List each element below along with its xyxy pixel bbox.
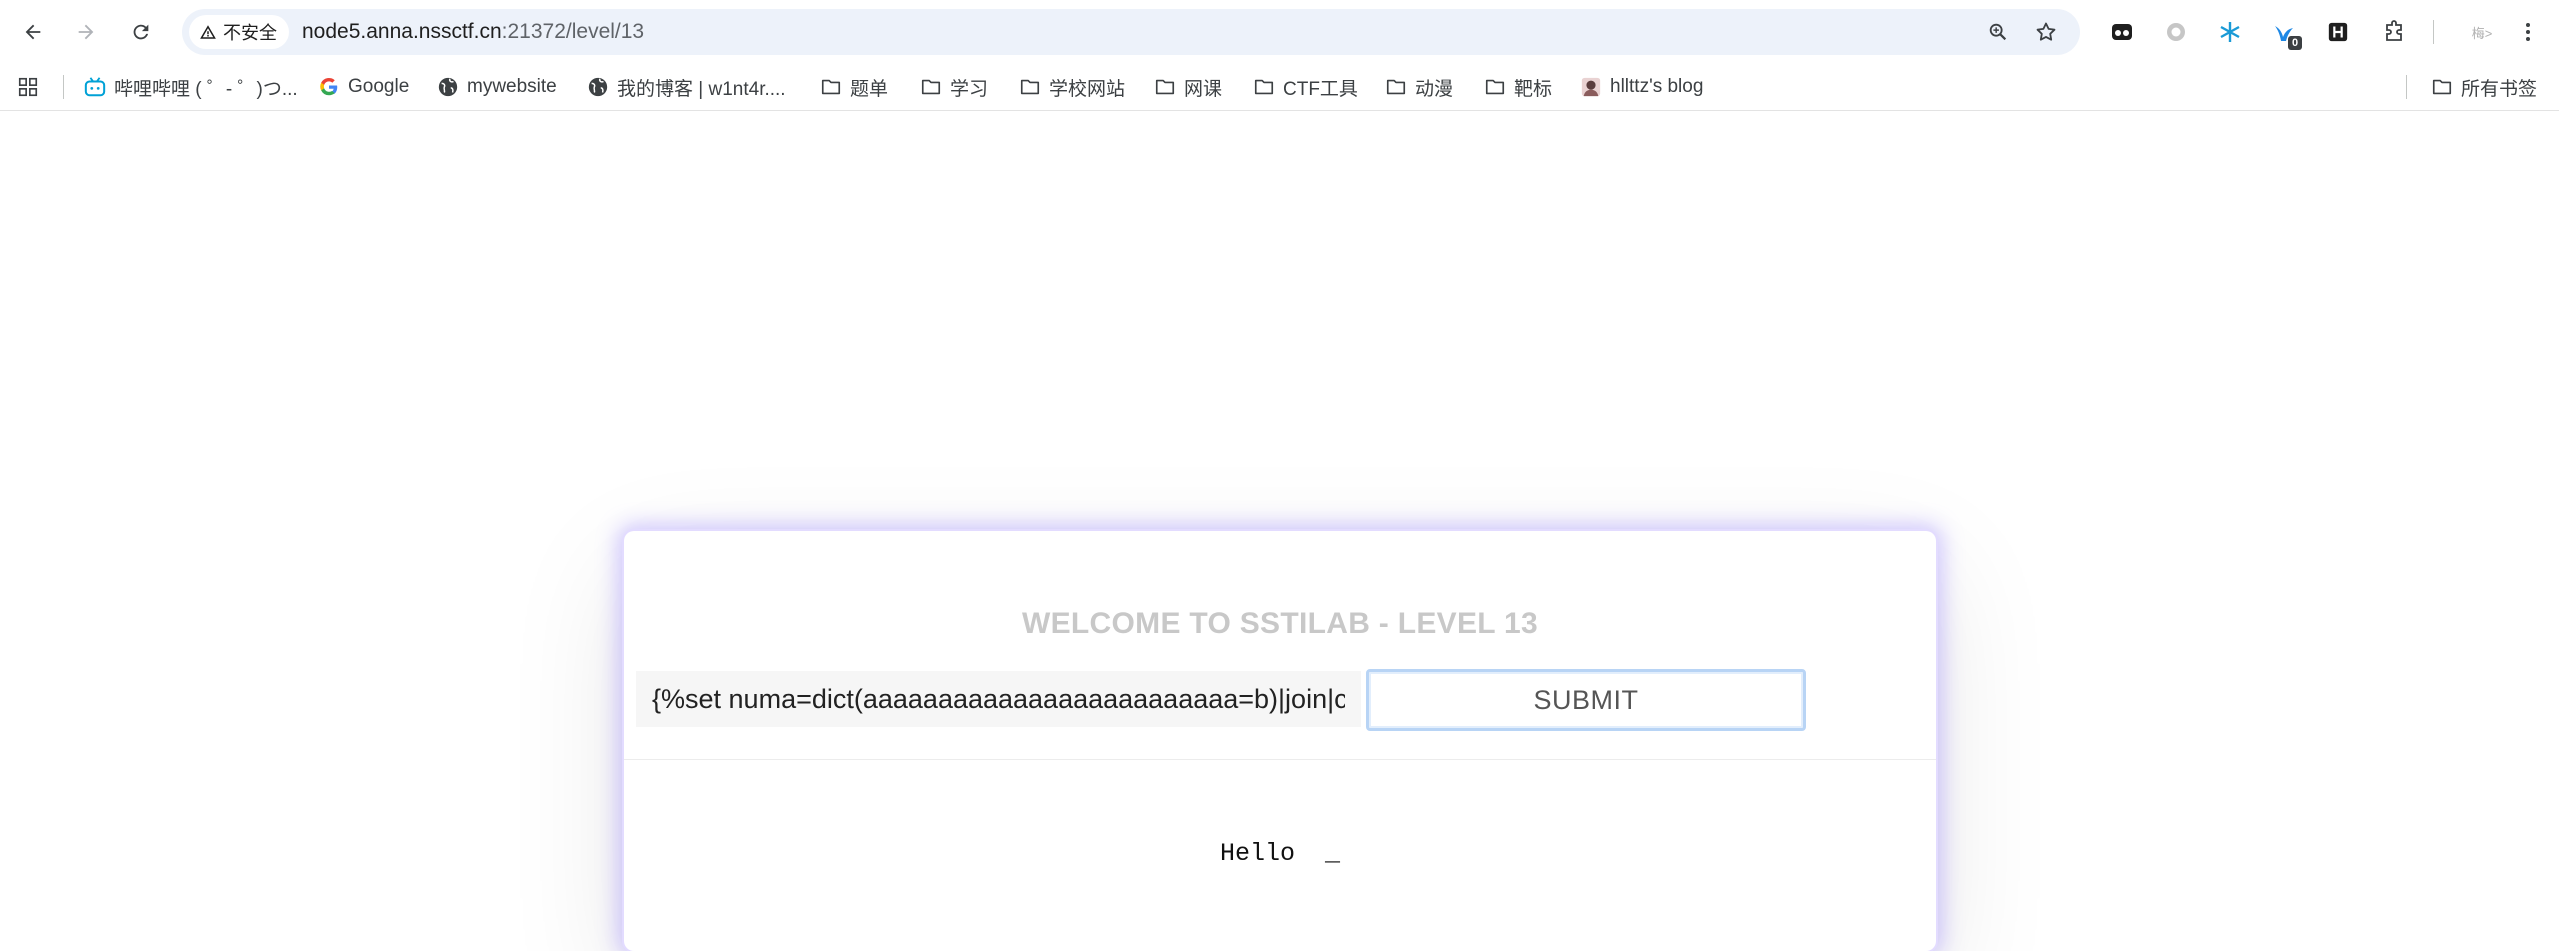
bookmark-folder-anime[interactable]: 动漫 — [1385, 64, 1453, 110]
bookmark-label: 网课 — [1184, 78, 1223, 100]
bookmark-label: 哔哩哔哩 ( ゜- ゜)つ... — [114, 78, 298, 100]
warning-icon — [200, 25, 216, 39]
bookmark-mywebsite[interactable]: mywebsite — [437, 64, 557, 110]
folder-icon — [921, 79, 941, 95]
bookmarks-separator — [2406, 75, 2407, 99]
bookmark-label: mywebsite — [467, 76, 557, 97]
folder-icon — [1020, 79, 1040, 95]
extensions-puzzle-icon[interactable] — [2380, 18, 2408, 46]
bookmark-label: hllttz's blog — [1610, 76, 1704, 97]
apps-grid-icon — [18, 77, 38, 97]
arrow-left-icon — [25, 24, 41, 40]
globe-icon — [588, 77, 608, 97]
all-bookmarks-button[interactable]: 所有书签 — [2431, 64, 2537, 110]
google-icon — [320, 77, 338, 96]
bilibili-icon — [84, 77, 106, 97]
bookmark-myblog[interactable]: 我的博客 | w1nt4r.... — [587, 64, 786, 110]
bookmark-hllttz-blog[interactable]: hllttz's blog — [1580, 64, 1703, 110]
browser-toolbar: 不安全 node5.anna.nssctf.cn:21372/level/13 … — [0, 0, 2559, 65]
folder-icon — [2432, 79, 2452, 95]
avatar-icon — [1581, 77, 1601, 97]
bookmark-folder-study[interactable]: 学习 — [920, 64, 988, 110]
card-divider — [624, 759, 1936, 760]
folder-icon — [1386, 79, 1406, 95]
bookmark-folder-school[interactable]: 学校网站 — [1019, 64, 1125, 110]
submit-button[interactable]: SUBMIT — [1366, 669, 1806, 731]
extension-badge: 0 — [2288, 36, 2302, 50]
arrow-right-icon — [78, 24, 94, 40]
bookmark-label: 学校网站 — [1049, 78, 1126, 100]
payload-input[interactable] — [636, 671, 1361, 727]
apps-button[interactable] — [17, 64, 39, 110]
bookmark-folder-ctf-tools[interactable]: CTF工具 — [1253, 64, 1358, 110]
bookmark-folder-problems[interactable]: 题单 — [820, 64, 888, 110]
sstilab-card: WELCOME TO SSTILAB - LEVEL 13 SUBMIT Hel… — [624, 531, 1936, 951]
extension-circle-icon[interactable] — [2162, 18, 2190, 46]
bookmark-label: Google — [348, 76, 410, 97]
menu-kebab-icon[interactable] — [2514, 18, 2542, 46]
folder-icon — [1254, 79, 1274, 95]
bookmark-label: 学习 — [950, 78, 989, 100]
bookmark-star-icon[interactable] — [2034, 20, 2058, 44]
url-path: :21372/level/13 — [501, 20, 645, 43]
extension-mask-icon[interactable] — [2108, 18, 2136, 46]
page-title: WELCOME TO SSTILAB - LEVEL 13 — [1022, 607, 1538, 640]
bookmark-folder-targets[interactable]: 靶标 — [1484, 64, 1552, 110]
url-text[interactable]: node5.anna.nssctf.cn:21372/level/13 — [302, 9, 644, 55]
toolbar-separator — [2433, 20, 2434, 44]
extension-bird-icon[interactable]: 0 — [2270, 18, 2302, 50]
globe-icon — [438, 77, 458, 97]
bookmarks-bar: 哔哩哔哩 ( ゜- ゜)つ... Google mywebsite 我的博客 |… — [0, 64, 2559, 111]
back-button[interactable] — [13, 12, 53, 52]
forward-button[interactable] — [66, 12, 106, 52]
bookmark-folder-courses[interactable]: 网课 — [1154, 64, 1222, 110]
bookmarks-separator — [63, 75, 64, 99]
address-bar[interactable]: 不安全 node5.anna.nssctf.cn:21372/level/13 — [182, 9, 2080, 55]
bookmark-label: 题单 — [850, 78, 889, 100]
bookmark-label: 动漫 — [1415, 78, 1454, 100]
bookmark-google[interactable]: Google — [318, 64, 409, 110]
extension-h-icon[interactable] — [2324, 18, 2352, 46]
profile-avatar[interactable]: 梅> — [2460, 18, 2504, 46]
url-host: node5.anna.nssctf.cn — [302, 20, 502, 43]
zoom-icon[interactable] — [1986, 20, 2010, 44]
render-output: Hello _ — [1219, 839, 1341, 868]
all-bookmarks-label: 所有书签 — [2461, 78, 2538, 100]
security-label: 不安全 — [223, 23, 277, 43]
folder-icon — [1485, 79, 1505, 95]
extension-snowflake-icon[interactable] — [2216, 18, 2244, 46]
security-chip[interactable]: 不安全 — [189, 15, 289, 49]
folder-icon — [821, 79, 841, 95]
reload-icon — [133, 24, 149, 40]
reload-button[interactable] — [121, 12, 161, 52]
bookmark-label: 我的博客 | w1nt4r.... — [617, 78, 786, 100]
bookmark-label: 靶标 — [1514, 78, 1553, 100]
bookmark-bilibili[interactable]: 哔哩哔哩 ( ゜- ゜)つ... — [84, 64, 298, 110]
bookmark-label: CTF工具 — [1283, 78, 1358, 100]
folder-icon — [1155, 79, 1175, 95]
